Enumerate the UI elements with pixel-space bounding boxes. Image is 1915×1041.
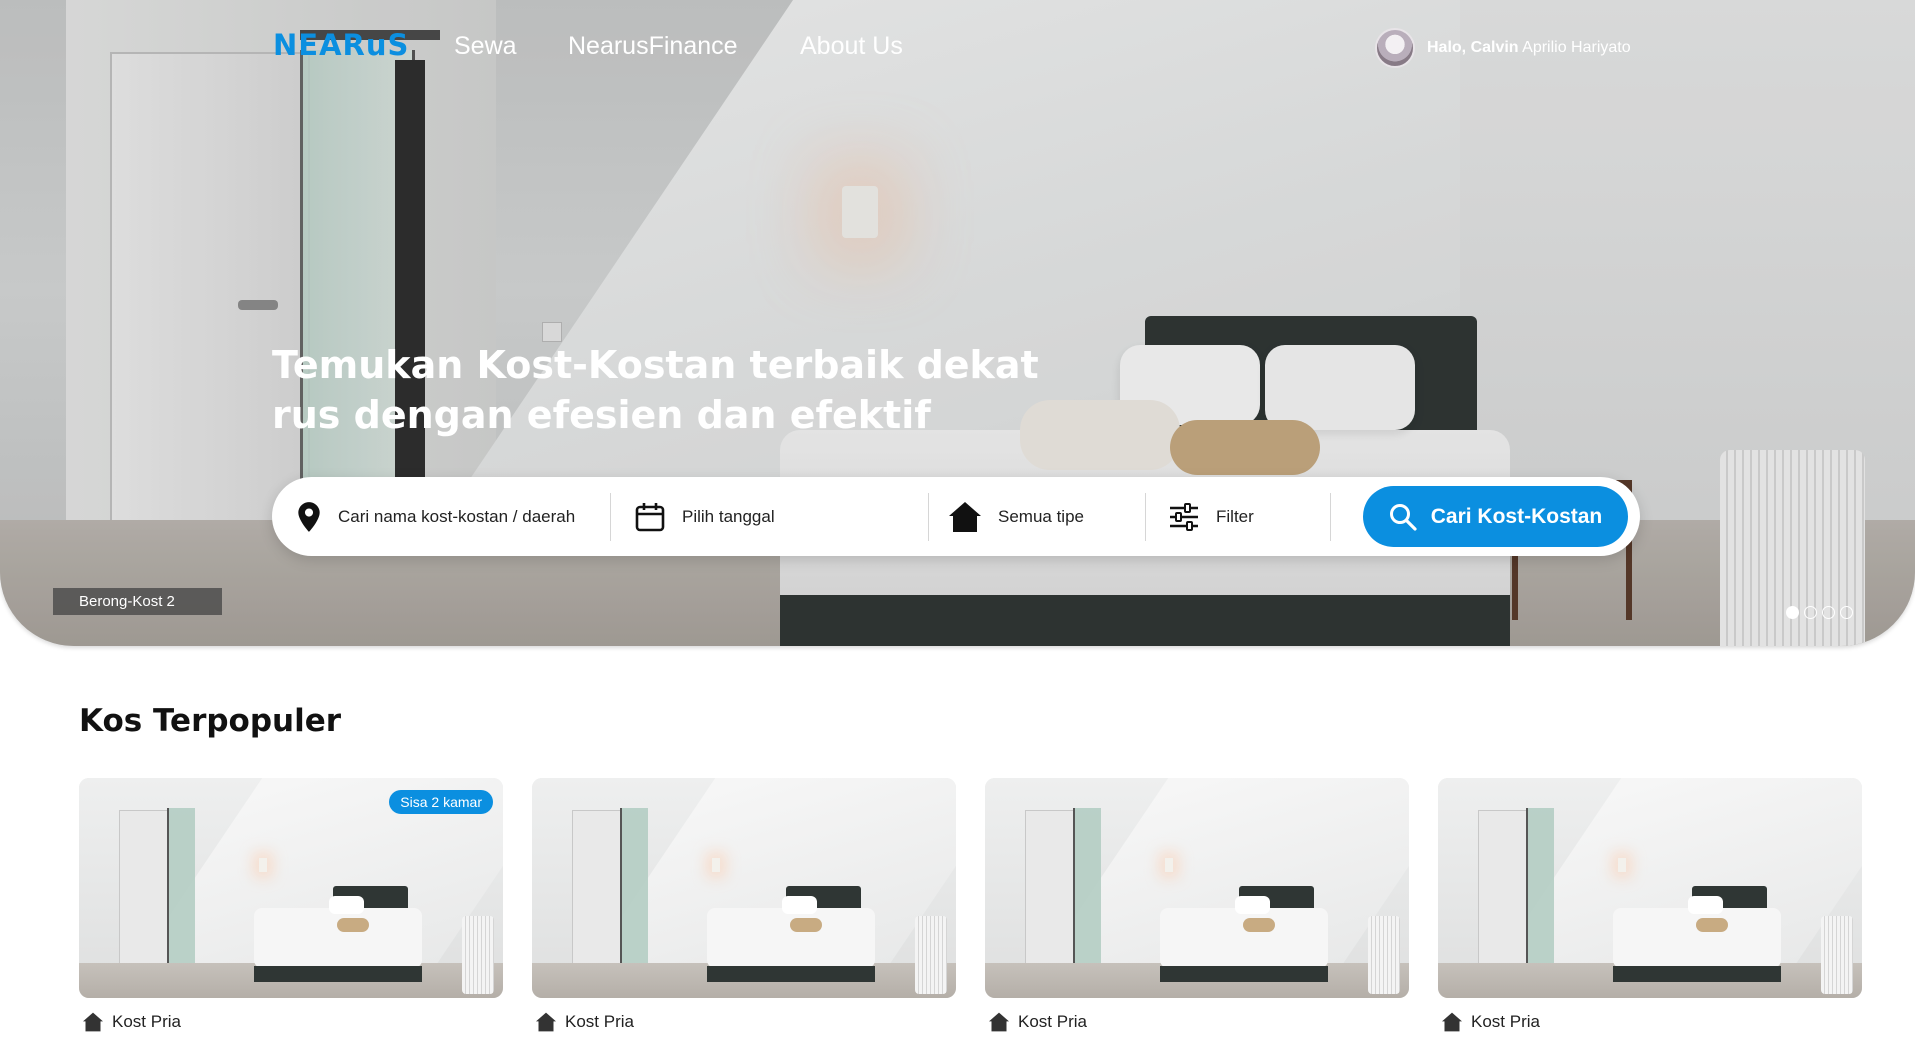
kost-card[interactable]: Sisa 2 kamar Kost Pria bbox=[79, 778, 503, 1032]
nav-link-nearusfinance[interactable]: NearusFinance bbox=[568, 32, 738, 61]
carousel-dots bbox=[1786, 606, 1853, 619]
kost-type: Kost Pria bbox=[1441, 1012, 1862, 1032]
availability-badge: Sisa 2 kamar bbox=[389, 790, 493, 814]
search-bar: Cari nama kost-kostan / daerah Pilih tan… bbox=[272, 477, 1640, 556]
nav-link-sewa[interactable]: Sewa bbox=[454, 32, 517, 61]
house-icon bbox=[949, 501, 981, 532]
type-label: Semua tipe bbox=[998, 506, 1084, 526]
house-icon bbox=[1442, 1012, 1462, 1032]
kost-type: Kost Pria bbox=[535, 1012, 956, 1032]
search-divider bbox=[928, 493, 929, 541]
greeting-name: Halo, Calvin bbox=[1427, 39, 1519, 56]
house-icon bbox=[83, 1012, 103, 1032]
search-divider bbox=[1330, 493, 1331, 541]
date-label: Pilih tanggal bbox=[682, 506, 775, 526]
kost-card[interactable]: Kost Pria bbox=[532, 778, 956, 1032]
greeting-surname: Aprilio Hariyato bbox=[1522, 39, 1631, 56]
headline-line-2: rus dengan efesien dan efektif bbox=[272, 393, 931, 437]
location-pin-icon bbox=[298, 501, 320, 532]
hero-banner: NEARuS Sewa NearusFinance About Us Halo,… bbox=[0, 0, 1915, 646]
carousel-dot[interactable] bbox=[1822, 606, 1835, 619]
hero-headline: Temukan Kost-Kostan terbaik dekat rus de… bbox=[272, 340, 1092, 440]
user-greeting: Halo, Calvin Aprilio Hariyato bbox=[1427, 39, 1631, 57]
kost-card[interactable]: Kost Pria bbox=[1438, 778, 1862, 1032]
house-icon bbox=[989, 1012, 1009, 1032]
calendar-icon bbox=[635, 502, 665, 531]
kost-photo[interactable] bbox=[985, 778, 1409, 998]
sliders-icon bbox=[1170, 502, 1198, 531]
carousel-dot[interactable] bbox=[1804, 606, 1817, 619]
kost-photo[interactable] bbox=[532, 778, 956, 998]
kost-type: Kost Pria bbox=[988, 1012, 1409, 1032]
location-field[interactable]: Cari nama kost-kostan / daerah bbox=[296, 477, 575, 556]
kost-card[interactable]: Kost Pria bbox=[985, 778, 1409, 1032]
search-button[interactable]: Cari Kost-Kostan bbox=[1363, 486, 1628, 547]
kost-photo[interactable] bbox=[1438, 778, 1862, 998]
slide-caption: Berong-Kost 2 bbox=[53, 588, 222, 615]
section-title: Kos Terpopuler bbox=[79, 703, 342, 739]
location-label: Cari nama kost-kostan / daerah bbox=[338, 506, 576, 526]
nav-link-about-us[interactable]: About Us bbox=[800, 32, 903, 61]
search-divider bbox=[610, 493, 611, 541]
kost-type-label: Kost Pria bbox=[112, 1012, 181, 1031]
avatar[interactable] bbox=[1375, 28, 1415, 68]
headline-line-1: Temukan Kost-Kostan terbaik dekat bbox=[272, 343, 1039, 387]
filter-field[interactable]: Filter bbox=[1168, 477, 1254, 556]
filter-label: Filter bbox=[1216, 506, 1254, 526]
carousel-dot[interactable] bbox=[1786, 606, 1799, 619]
search-icon bbox=[1389, 503, 1417, 531]
kost-photo[interactable]: Sisa 2 kamar bbox=[79, 778, 503, 998]
carousel-dot[interactable] bbox=[1840, 606, 1853, 619]
date-field[interactable]: Pilih tanggal bbox=[634, 477, 775, 556]
kost-type-label: Kost Pria bbox=[1018, 1012, 1087, 1031]
house-icon bbox=[536, 1012, 556, 1032]
kost-type-label: Kost Pria bbox=[1471, 1012, 1540, 1031]
type-field[interactable]: Semua tipe bbox=[948, 477, 1084, 556]
search-button-label: Cari Kost-Kostan bbox=[1430, 504, 1603, 528]
search-divider bbox=[1145, 493, 1146, 541]
user-menu[interactable]: Halo, Calvin Aprilio Hariyato bbox=[1375, 28, 1631, 68]
kost-type-label: Kost Pria bbox=[565, 1012, 634, 1031]
logo[interactable]: NEARuS bbox=[273, 28, 409, 68]
kost-type: Kost Pria bbox=[82, 1012, 503, 1032]
